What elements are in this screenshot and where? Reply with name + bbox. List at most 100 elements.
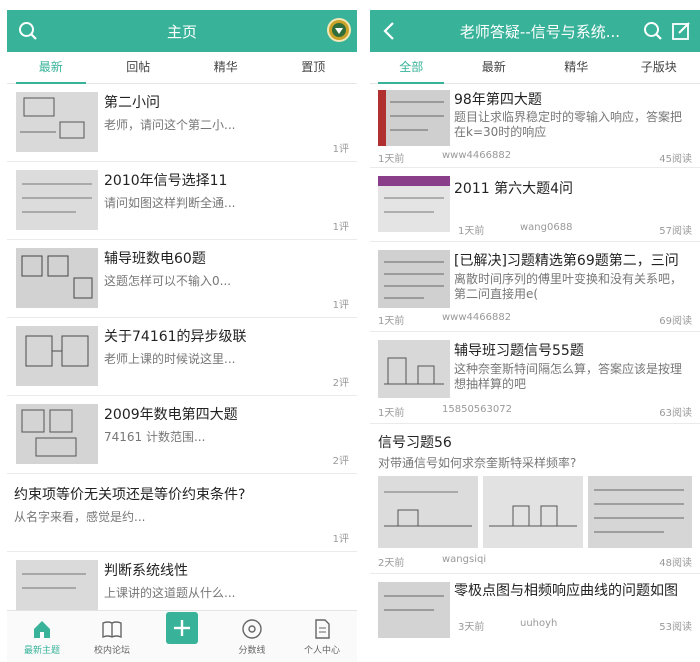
nav-latest[interactable]: 最新主题 (7, 611, 77, 662)
nav-label: 最新主题 (23, 646, 60, 656)
nav-campus-forum[interactable]: 校内论坛 (77, 611, 147, 662)
post-time: 3天前 (458, 622, 485, 633)
post-title: 辅导班数电60题 (104, 251, 206, 267)
left-phone-screen: 主页 最新 回帖 精华 置顶 第二小问 老师，请问这个第二小... 1评 201… (7, 10, 357, 662)
post-thumbnail (16, 404, 98, 464)
post-excerpt: 老师上课的时候说这里... (104, 352, 236, 366)
post-time: 2天前 (378, 558, 405, 569)
post-title: 2011 第六大题4问 (454, 181, 573, 197)
post-thumbnail (378, 250, 450, 308)
post-excerpt: 对带通信号如何求奈奎斯特采样频率? (378, 456, 577, 470)
post-title: 关于74161的异步级联 (104, 329, 247, 345)
plus-icon (166, 612, 198, 644)
nav-label: 校内论坛 (93, 646, 130, 656)
read-count: 45阅读 (659, 154, 692, 165)
nav-label: 分数线 (238, 646, 266, 656)
list-item[interactable]: 信号习题56 对带通信号如何求奈奎斯特采样频率? 2天前 wangsiqi 48… (370, 424, 700, 574)
post-list: 第二小问 老师，请问这个第二小... 1评 2010年信号选择11 请问如图这样… (7, 84, 357, 612)
top-bar: 主页 (7, 10, 357, 52)
tab-subforum[interactable]: 子版块 (618, 52, 700, 83)
comment-count: 2评 (332, 378, 349, 389)
tab-featured[interactable]: 精华 (182, 52, 270, 83)
post-image (588, 476, 692, 548)
post-title: 约束项等价无关项还是等价约束条件? (14, 487, 246, 503)
top-bar: 老师答疑--信号与系统... (370, 10, 700, 52)
list-item[interactable]: 2011 第六大题4问 1天前 wang0688 57阅读 (370, 168, 700, 242)
post-author[interactable]: wang0688 (520, 222, 572, 233)
post-title: 2009年数电第四大题 (104, 407, 238, 423)
tab-bar: 最新 回帖 精华 置顶 (7, 52, 357, 84)
post-thumbnail (16, 560, 98, 610)
post-image (483, 476, 583, 548)
post-thumbnail (16, 248, 98, 308)
post-title: [已解决]习题精选第69题第二，三问 (454, 253, 679, 269)
search-icon[interactable] (15, 18, 41, 44)
right-phone-screen: 老师答疑--信号与系统... 全部 最新 精华 子版块 98年第四大题 题目让求… (370, 10, 700, 662)
list-item[interactable]: 零极点图与相频响应曲线的问题如图 3天前 uuhoyh 53阅读 (370, 574, 700, 644)
list-item[interactable]: [已解决]习题精选第69题第二，三问 离散时间序列的傅里叶变换和没有关系吧，第二… (370, 242, 700, 332)
post-excerpt: 这题怎样可以不输入0... (104, 274, 232, 288)
post-title: 辅导班习题信号55题 (454, 343, 584, 359)
post-thumbnail (16, 326, 98, 386)
read-count: 63阅读 (659, 408, 692, 419)
post-thumbnail (378, 340, 450, 398)
compose-icon[interactable] (668, 18, 694, 44)
nav-new-post[interactable] (147, 611, 217, 662)
comment-count: 1评 (332, 144, 349, 155)
list-item[interactable]: 判断系统线性 上课讲的这道题从什么... (7, 552, 357, 612)
post-title: 零极点图与相频响应曲线的问题如图 (454, 583, 678, 599)
post-author[interactable]: uuhoyh (520, 618, 557, 629)
list-item[interactable]: 2009年数电第四大题 74161 计数范围... 2评 (7, 396, 357, 474)
post-excerpt: 老师，请问这个第二小... (104, 118, 236, 132)
post-time: 1天前 (378, 408, 405, 419)
list-item[interactable]: 关于74161的异步级联 老师上课的时候说这里... 2评 (7, 318, 357, 396)
disc-icon (242, 619, 262, 639)
post-time: 1天前 (378, 316, 405, 327)
comment-count: 1评 (332, 222, 349, 233)
post-title: 判断系统线性 (104, 563, 188, 579)
list-item[interactable]: 辅导班习题信号55题 这种奈奎斯特间隔怎么算，答案应该是按理想抽样算的吧 1天前… (370, 332, 700, 424)
comment-count: 1评 (332, 534, 349, 545)
tab-pinned[interactable]: 置顶 (270, 52, 358, 83)
document-icon (315, 619, 330, 639)
post-author[interactable]: www4466882 (442, 312, 511, 323)
list-item[interactable]: 98年第四大题 题目让求临界稳定时的零输入响应，答案把在k=30时的响应 1天前… (370, 84, 700, 168)
nav-profile[interactable]: 个人中心 (287, 611, 357, 662)
post-title: 2010年信号选择11 (104, 173, 228, 189)
tab-latest[interactable]: 最新 (7, 52, 95, 84)
bottom-navigation: 最新主题 校内论坛 分数线 个人中心 (7, 610, 357, 662)
tab-bar: 全部 最新 精华 子版块 (370, 52, 700, 84)
post-title: 98年第四大题 (454, 92, 542, 108)
comment-count: 2评 (332, 456, 349, 467)
tab-featured[interactable]: 精华 (535, 52, 618, 83)
list-item[interactable]: 2010年信号选择11 请问如图这样判断全通... 1评 (7, 162, 357, 240)
post-excerpt: 题目让求临界稳定时的零输入响应，答案把在k=30时的响应 (454, 110, 683, 139)
read-count: 48阅读 (659, 558, 692, 569)
thread-list: 98年第四大题 题目让求临界稳定时的零输入响应，答案把在k=30时的响应 1天前… (370, 84, 700, 644)
read-count: 57阅读 (659, 226, 692, 237)
post-thumbnail (378, 90, 450, 146)
read-count: 53阅读 (659, 622, 692, 633)
list-item[interactable]: 约束项等价无关项还是等价约束条件? 从名字来看，感觉是约... 1评 (7, 474, 357, 552)
post-thumbnail (16, 92, 98, 152)
avatar[interactable] (327, 18, 351, 42)
post-author[interactable]: 15850563072 (442, 404, 512, 415)
tab-replies[interactable]: 回帖 (95, 52, 183, 83)
page-title: 主页 (166, 22, 197, 41)
list-item[interactable]: 辅导班数电60题 这题怎样可以不输入0... 1评 (7, 240, 357, 318)
page-title: 老师答疑--信号与系统... (459, 22, 621, 41)
tab-latest[interactable]: 最新 (453, 52, 536, 83)
comment-count: 1评 (332, 300, 349, 311)
back-icon[interactable] (376, 18, 402, 44)
post-author[interactable]: wangsiqi (442, 554, 486, 565)
post-time: 1天前 (458, 226, 485, 237)
post-excerpt: 请问如图这样判断全通... (104, 196, 236, 210)
post-excerpt: 74161 计数范围... (104, 430, 206, 444)
list-item[interactable]: 第二小问 老师，请问这个第二小... 1评 (7, 84, 357, 162)
search-icon[interactable] (640, 18, 666, 44)
home-icon (34, 621, 50, 638)
tab-all[interactable]: 全部 (370, 52, 453, 84)
nav-score-line[interactable]: 分数线 (217, 611, 287, 662)
post-author[interactable]: www4466882 (442, 150, 511, 161)
post-excerpt: 从名字来看，感觉是约... (14, 510, 146, 524)
